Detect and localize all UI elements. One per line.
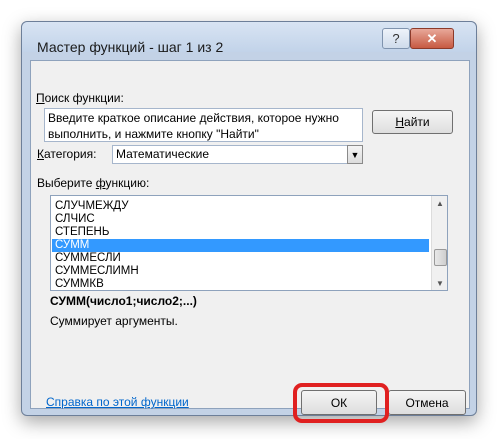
cancel-button[interactable]: Отмена — [388, 390, 466, 415]
chevron-down-icon[interactable]: ▼ — [347, 145, 363, 164]
close-button[interactable]: ✕ — [410, 28, 454, 49]
dialog-title: Мастер функций - шаг 1 из 2 — [37, 39, 224, 55]
list-item[interactable]: СТЕПЕНЬ — [52, 226, 429, 239]
title-bar[interactable]: Мастер функций - шаг 1 из 2 ? ✕ — [22, 22, 476, 55]
list-scrollbar[interactable]: ▲ ▼ — [431, 196, 447, 290]
function-list-label: Выберите функцию: — [37, 176, 150, 190]
scroll-up-icon[interactable]: ▲ — [432, 196, 447, 210]
find-button[interactable]: Найти — [372, 110, 453, 134]
search-label: Поиск функции: — [36, 91, 124, 105]
function-wizard-dialog: Мастер функций - шаг 1 из 2 ? ✕ Поиск фу… — [21, 21, 477, 423]
scroll-down-icon[interactable]: ▼ — [432, 276, 447, 290]
scroll-thumb[interactable] — [434, 249, 447, 266]
dialog-body: Поиск функции: Введите краткое описание … — [30, 60, 470, 423]
list-item[interactable]: СУММЕСЛИМН — [52, 265, 429, 278]
list-item[interactable]: СЛУЧМЕЖДУ — [52, 200, 429, 213]
category-label: Категория: — [37, 147, 97, 161]
list-item[interactable]: СУММЕСЛИ — [52, 252, 429, 265]
function-list[interactable]: СЛУЧМЕЖДУ СЛЧИС СТЕПЕНЬ СУММ СУММЕСЛИ СУ… — [50, 195, 448, 291]
list-item[interactable]: СЛЧИС — [52, 213, 429, 226]
highlight-ring — [293, 383, 389, 423]
category-select[interactable]: Математические — [112, 145, 359, 164]
search-input[interactable]: Введите краткое описание действия, котор… — [44, 108, 363, 142]
list-item[interactable]: СУММКВ — [52, 278, 429, 290]
function-help-link[interactable]: Справка по этой функции — [46, 395, 189, 409]
function-signature: СУММ(число1;число2;...) — [50, 294, 197, 308]
list-item-selected[interactable]: СУММ — [52, 239, 429, 252]
help-title-button[interactable]: ? — [382, 28, 410, 49]
function-description: Суммирует аргументы. — [50, 314, 178, 328]
